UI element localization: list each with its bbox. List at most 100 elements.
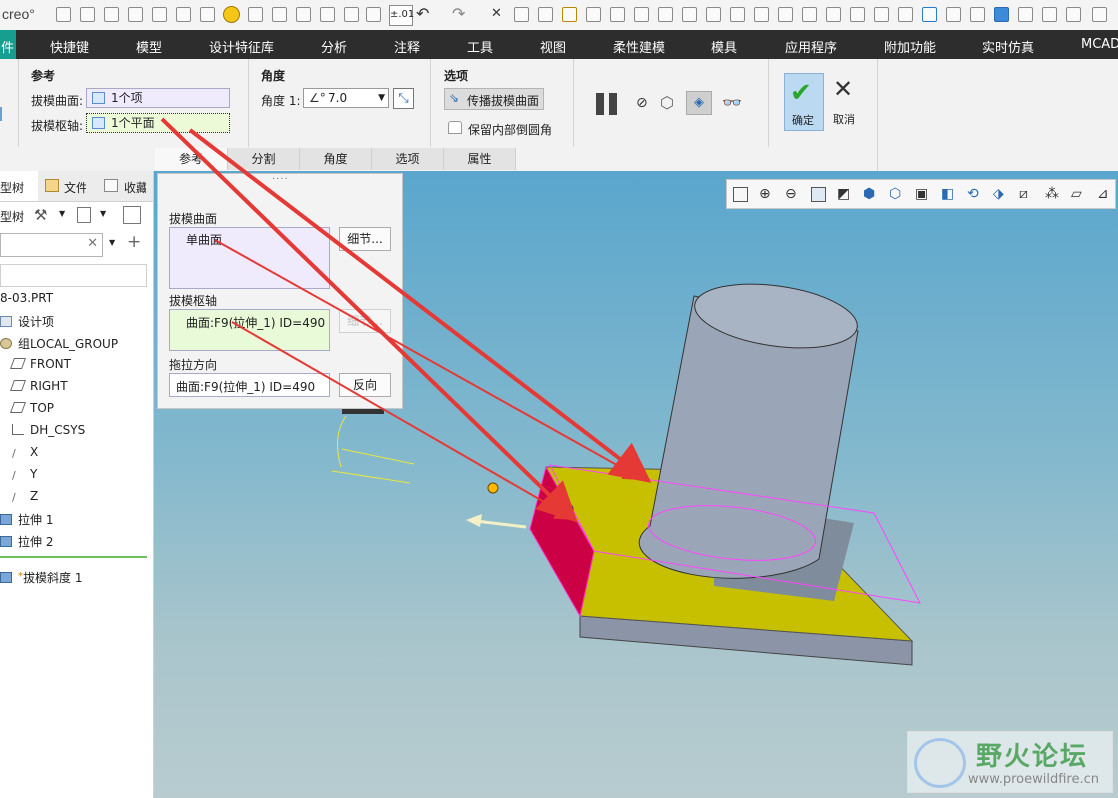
chevron-down-icon[interactable]: ▼	[109, 238, 115, 247]
tree-item-front[interactable]: FRONT	[9, 357, 71, 371]
display-style-icon[interactable]: ◩	[837, 187, 852, 202]
menu-mold[interactable]: 模具	[711, 37, 737, 56]
clipboard2-icon[interactable]	[850, 7, 865, 22]
precision-button[interactable]: ±.01	[389, 5, 414, 26]
tab-model-tree[interactable]: 模型树	[0, 171, 38, 201]
chevron-down-icon[interactable]: ▼	[59, 209, 65, 218]
menu-simulation[interactable]: 实时仿真	[982, 37, 1034, 56]
verify-icon[interactable]: ◈	[686, 91, 712, 115]
windows-icon[interactable]	[296, 7, 311, 22]
clipboard-icon[interactable]	[826, 7, 841, 22]
ok-button[interactable]: ✔ 确定	[784, 73, 824, 131]
appearance-icon[interactable]	[970, 7, 985, 22]
preview-icon[interactable]: ⬡	[660, 93, 674, 112]
paste-icon[interactable]	[152, 7, 167, 22]
draft-hinge-list[interactable]: 曲面:F9(拉伸_1) ID=490	[169, 309, 330, 351]
menu-analysis[interactable]: 分析	[321, 37, 347, 56]
envelope-icon[interactable]	[538, 7, 553, 22]
pause-icon-bar[interactable]	[609, 93, 617, 115]
draft-surface-list[interactable]: 单曲面	[169, 227, 330, 289]
tab-split[interactable]: 分割	[228, 148, 300, 170]
save-icon[interactable]	[104, 7, 119, 22]
graph-icon[interactable]	[586, 7, 601, 22]
collapse-handle-icon[interactable]	[0, 107, 8, 121]
copy-icon[interactable]	[128, 7, 143, 22]
tree-settings-icon[interactable]	[123, 206, 141, 224]
menu-annotate[interactable]: 注释	[394, 37, 420, 56]
chevron-down-icon[interactable]: ▼	[100, 209, 106, 218]
flip-angle-button[interactable]: ⤡	[393, 88, 414, 109]
menu-flexible-modeling[interactable]: 柔性建模	[613, 37, 665, 56]
chart-icon[interactable]	[682, 7, 697, 22]
save-as-icon[interactable]	[200, 7, 215, 22]
csys-display-icon[interactable]: ⊿	[1097, 187, 1112, 202]
tree-item-design-items[interactable]: 设计项	[0, 313, 54, 330]
duplicate-icon[interactable]	[802, 7, 817, 22]
point-display-icon[interactable]: ▱	[1071, 187, 1086, 202]
tab-folder-browser[interactable]: 文件夹	[64, 179, 86, 196]
menu-feature-library[interactable]: 设计特征库	[209, 37, 274, 56]
menu-mcad[interactable]: MCAD	[1081, 37, 1118, 52]
tree-item-right[interactable]: RIGHT	[9, 379, 68, 393]
zoom-in-icon[interactable]: ⊕	[759, 187, 774, 202]
clear-icon[interactable]: ✕	[87, 236, 98, 251]
no-preview-icon[interactable]: ⊘	[636, 95, 648, 111]
tab-references[interactable]: 参考	[155, 148, 228, 170]
tree-item-y[interactable]: / Y	[12, 467, 37, 481]
redo-icon[interactable]: ↷	[452, 4, 465, 23]
menu-shortcuts[interactable]: 快捷键	[50, 37, 89, 56]
menu-tools[interactable]: 工具	[467, 37, 493, 56]
tree-item-local-group[interactable]: 组LOCAL_GROUP	[0, 335, 118, 352]
details-button[interactable]: 细节...	[339, 227, 391, 251]
undo-icon[interactable]: ↶	[416, 4, 429, 23]
cube-icon[interactable]	[922, 7, 937, 22]
pull-direction-arrow[interactable]	[475, 519, 527, 529]
axis-display-icon[interactable]: ⁂	[1045, 187, 1060, 202]
menu-view[interactable]: 视图	[540, 37, 566, 56]
new-icon[interactable]	[56, 7, 71, 22]
print-icon[interactable]	[176, 7, 191, 22]
flip-button[interactable]: 反向	[339, 373, 391, 397]
zoom-out-icon[interactable]: ⊖	[785, 187, 800, 202]
add-icon[interactable]: +	[127, 232, 141, 252]
draft-surface-collector[interactable]: 1个项	[86, 88, 230, 108]
section-icon[interactable]	[754, 7, 769, 22]
annotation-display-icon[interactable]: ⬗	[993, 187, 1008, 202]
insert-indicator[interactable]	[0, 556, 147, 558]
menu-model[interactable]: 模型	[136, 37, 162, 56]
minimize-icon[interactable]	[1066, 7, 1081, 22]
frame-icon[interactable]	[874, 7, 889, 22]
curve-icon[interactable]	[658, 7, 673, 22]
tree-item-x[interactable]: / X	[12, 445, 38, 459]
saved-views-icon[interactable]: ⬢	[863, 187, 878, 202]
draft-hinge-collector[interactable]: 1个平面	[86, 113, 230, 133]
regen-manager-icon[interactable]	[272, 7, 287, 22]
ruler-icon[interactable]	[778, 7, 793, 22]
perspective-icon[interactable]: ▣	[915, 187, 930, 202]
plane-display-icon[interactable]: ⧄	[1019, 187, 1034, 202]
tree-item-top[interactable]: TOP	[9, 401, 54, 415]
tree-item-draft-1[interactable]: *拔模斜度 1	[0, 569, 82, 586]
pause-icon[interactable]	[596, 93, 604, 115]
arc-icon[interactable]	[1042, 7, 1057, 22]
tree-item-extrude-2[interactable]: 拉伸 2	[0, 533, 53, 550]
sketch-icon[interactable]	[562, 7, 577, 22]
filter-bar[interactable]	[0, 264, 147, 287]
tab-options[interactable]: 选项	[372, 148, 444, 170]
draft-hinge-item[interactable]: 曲面:F9(拉伸_1) ID=490	[186, 314, 325, 331]
tab-favorites[interactable]: 收藏夹	[124, 179, 146, 196]
tree-root-file[interactable]: 8-03.PRT	[0, 291, 53, 305]
layer-icon[interactable]	[946, 7, 961, 22]
book-icon[interactable]	[898, 7, 913, 22]
open-icon[interactable]	[80, 7, 95, 22]
drag-handle[interactable]	[487, 482, 499, 494]
show-icon[interactable]	[77, 207, 91, 223]
tree-item-dh-csys[interactable]: DH_CSYS	[12, 423, 85, 437]
repaint-icon[interactable]	[811, 187, 826, 202]
section-view-icon[interactable]: ◧	[941, 187, 956, 202]
grip-handle[interactable]: ····	[272, 174, 289, 185]
surface-icon[interactable]	[610, 7, 625, 22]
maximize-icon[interactable]	[1092, 7, 1107, 22]
thickness-icon[interactable]	[730, 7, 745, 22]
search-input[interactable]: ✕	[0, 233, 103, 257]
